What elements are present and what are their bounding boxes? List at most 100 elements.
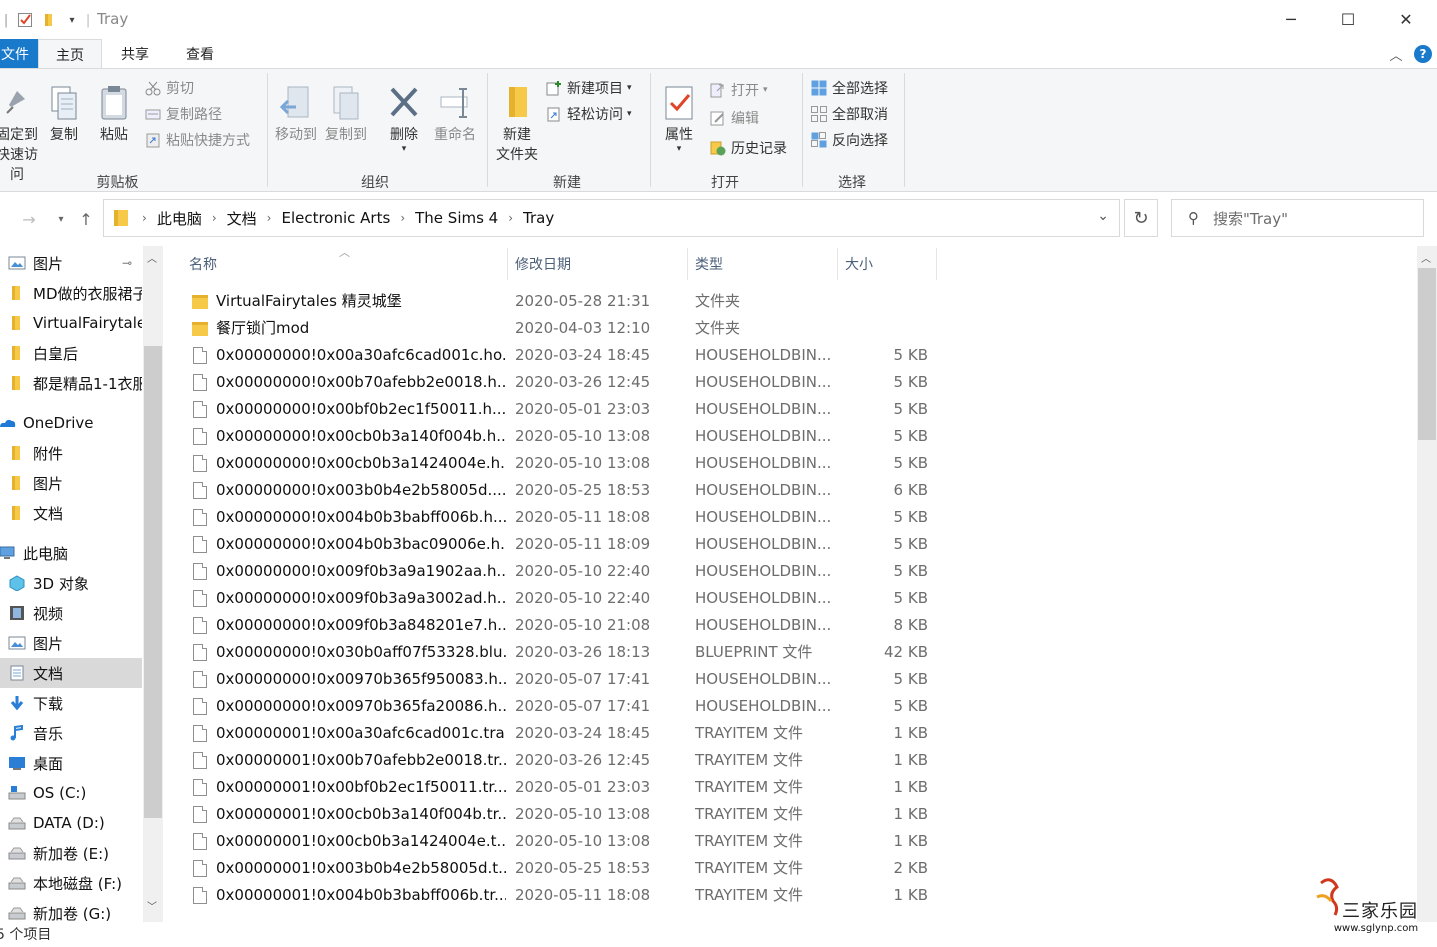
file-row[interactable]: 0x00000000!0x00bf0b2ec1f50011.h... 2020-0… <box>183 396 1183 423</box>
pin-to-quick-access-button[interactable]: 固定到 快速访问 <box>0 83 42 185</box>
nav-scroll-thumb[interactable] <box>144 346 162 818</box>
nav-item[interactable]: OneDrive <box>0 408 142 438</box>
column-divider[interactable] <box>507 248 508 280</box>
tab-view[interactable]: 查看 <box>168 39 232 69</box>
copy-to-button[interactable]: 复制到 <box>322 83 370 145</box>
breadcrumb-separator[interactable]: › <box>263 211 276 225</box>
address-history-chevron-icon[interactable]: ⌄ <box>1097 208 1109 224</box>
select-all-button[interactable]: 全部选择 <box>811 77 888 99</box>
open-button[interactable]: 打开 ▾ <box>710 79 768 101</box>
file-row[interactable]: 0x00000000!0x009f0b3a9a3002ad.h... 2020-0… <box>183 585 1183 612</box>
tab-home[interactable]: 主页 <box>38 39 102 69</box>
file-row[interactable]: 0x00000000!0x00cb0b3a140f004b.h... 2020-0… <box>183 423 1183 450</box>
file-list-scroll-thumb[interactable] <box>1418 268 1436 440</box>
column-header-date[interactable]: 修改日期 <box>515 246 571 282</box>
tab-share[interactable]: 共享 <box>104 39 166 69</box>
breadcrumb-separator[interactable]: › <box>208 211 221 225</box>
up-arrow-icon[interactable]: ↑ <box>75 208 97 230</box>
cut-button[interactable]: 剪切 <box>145 77 194 99</box>
nav-item[interactable]: VirtualFairytales <box>0 308 142 338</box>
edit-button[interactable]: 编辑 <box>710 107 759 129</box>
copy-button[interactable]: 复制 <box>44 83 84 145</box>
maximize-button[interactable]: ☐ <box>1319 0 1377 39</box>
column-header-type[interactable]: 类型 <box>695 246 723 282</box>
file-row[interactable]: 0x00000001!0x004b0b3babff006b.tr... 2020-… <box>183 882 1183 909</box>
nav-item[interactable]: 此电脑 <box>0 538 142 568</box>
breadcrumb-separator[interactable]: › <box>138 211 151 225</box>
file-row[interactable]: 0x00000000!0x00970b365fa20086.h... 2020-0… <box>183 693 1183 720</box>
nav-item[interactable]: 图片 <box>0 468 142 498</box>
column-header-size[interactable]: 大小 <box>845 246 873 282</box>
file-row[interactable]: 0x00000001!0x00a30afc6cad001c.tra... 2020… <box>183 720 1183 747</box>
breadcrumb-separator[interactable]: › <box>504 211 517 225</box>
customize-quick-access-icon[interactable]: ▾ <box>64 10 80 30</box>
paste-button[interactable]: 粘贴 <box>94 83 134 145</box>
search-box[interactable]: ⚲ 搜索"Tray" <box>1171 199 1424 237</box>
paste-shortcut-button[interactable]: 粘贴快捷方式 <box>145 129 250 151</box>
file-row[interactable]: 0x00000001!0x00cb0b3a1424004e.t... 2020-0… <box>183 828 1183 855</box>
breadcrumb-tray[interactable]: Tray <box>517 209 560 227</box>
nav-item[interactable]: 下载 <box>0 688 142 718</box>
file-row[interactable]: 0x00000001!0x00b70afebb2e0018.tr... 2020-… <box>183 747 1183 774</box>
properties-button[interactable]: 属性 ▾ <box>656 83 702 154</box>
nav-item[interactable]: 附件 <box>0 438 142 468</box>
nav-item[interactable]: 桌面 <box>0 748 142 778</box>
nav-item[interactable]: 新加卷 (E:) <box>0 838 142 868</box>
file-row[interactable]: 0x00000000!0x00a30afc6cad001c.ho... 2020-… <box>183 342 1183 369</box>
new-folder-button[interactable]: 新建 文件夹 <box>490 83 544 165</box>
nav-item[interactable]: 新加卷 (G:) <box>0 898 142 922</box>
breadcrumb-documents[interactable]: 文档 <box>221 208 263 229</box>
column-divider[interactable] <box>687 248 688 280</box>
breadcrumb-electronic-arts[interactable]: Electronic Arts <box>275 209 396 227</box>
nav-item[interactable]: 本地磁盘 (F:) <box>0 868 142 898</box>
column-divider[interactable] <box>936 248 937 280</box>
history-button[interactable]: 历史记录 <box>710 137 787 159</box>
refresh-icon[interactable]: ↻ <box>1124 199 1158 237</box>
rename-button[interactable]: 重命名 <box>430 83 480 145</box>
breadcrumb-this-pc[interactable]: 此电脑 <box>151 208 208 229</box>
new-folder-quick-icon[interactable] <box>40 10 60 30</box>
file-row[interactable]: 0x00000001!0x003b0b4e2b58005d.t... 2020-0… <box>183 855 1183 882</box>
file-row[interactable]: 0x00000000!0x004b0b3babff006b.h... 2020-0… <box>183 504 1183 531</box>
nav-item[interactable]: 3D 对象 <box>0 568 142 598</box>
column-header-name[interactable]: 名称 <box>189 246 217 282</box>
nav-item[interactable]: 文档 <box>0 658 142 688</box>
new-item-button[interactable]: 新建项目 ▾ <box>546 77 632 99</box>
file-row[interactable]: 餐厅锁门mod 2020-04-03 12:10 文件夹 <box>183 315 1183 342</box>
invert-selection-button[interactable]: 反向选择 <box>811 129 888 151</box>
breadcrumb-the-sims-4[interactable]: The Sims 4 <box>409 209 504 227</box>
properties-dropdown-icon[interactable]: ▾ <box>677 145 682 154</box>
tab-file[interactable]: 文件 <box>0 39 38 69</box>
address-bar[interactable]: › 此电脑 › 文档 › Electronic Arts › The Sims … <box>103 199 1120 237</box>
nav-item[interactable]: 文档 <box>0 498 142 528</box>
recent-locations-icon[interactable]: ▾ <box>50 208 72 230</box>
file-row[interactable]: 0x00000000!0x030b0aff07f53328.blu... 2020… <box>183 639 1183 666</box>
nav-item[interactable]: 白皇后 <box>0 338 142 368</box>
copy-path-button[interactable]: 复制路径 <box>145 103 222 125</box>
file-row[interactable]: 0x00000000!0x00b70afebb2e0018.h... 2020-0… <box>183 369 1183 396</box>
file-row[interactable]: 0x00000000!0x003b0b4e2b58005d.... 2020-05… <box>183 477 1183 504</box>
minimize-button[interactable]: ─ <box>1262 0 1320 39</box>
easy-access-button[interactable]: 轻松访问 ▾ <box>546 103 632 125</box>
nav-item[interactable]: 图片 <box>0 248 142 278</box>
forward-arrow-icon[interactable]: → <box>18 208 40 230</box>
breadcrumb-separator[interactable]: › <box>396 211 409 225</box>
file-row[interactable]: 0x00000001!0x00bf0b2ec1f50011.tr... 2020-… <box>183 774 1183 801</box>
move-to-button[interactable]: 移动到 <box>272 83 320 145</box>
nav-item[interactable]: DATA (D:) <box>0 808 142 838</box>
column-divider[interactable] <box>837 248 838 280</box>
file-row[interactable]: 0x00000000!0x004b0b3bac09006e.h... 2020-0… <box>183 531 1183 558</box>
properties-quick-icon[interactable] <box>15 10 35 30</box>
nav-scrollbar[interactable]: ︿ ﹀ <box>143 246 163 922</box>
file-row[interactable]: 0x00000000!0x009f0b3a9a1902aa.h... 2020-0… <box>183 558 1183 585</box>
nav-item[interactable]: 都是精品1-1衣服 <box>0 368 142 398</box>
delete-button[interactable]: 删除 ▾ <box>384 83 424 154</box>
collapse-ribbon-icon[interactable]: ︿ <box>1385 39 1407 69</box>
nav-item[interactable]: OS (C:) <box>0 778 142 808</box>
scroll-down-icon[interactable]: ﹀ <box>147 898 157 913</box>
file-row[interactable]: VirtualFairytales 精灵城堡 2020-05-28 21:31 文件… <box>183 288 1183 315</box>
file-row[interactable]: 0x00000000!0x00970b365f950083.h... 2020-0… <box>183 666 1183 693</box>
help-icon[interactable]: ? <box>1412 39 1434 69</box>
delete-dropdown-icon[interactable]: ▾ <box>402 145 407 154</box>
file-row[interactable]: 0x00000000!0x009f0b3a848201e7.h... 2020-0… <box>183 612 1183 639</box>
